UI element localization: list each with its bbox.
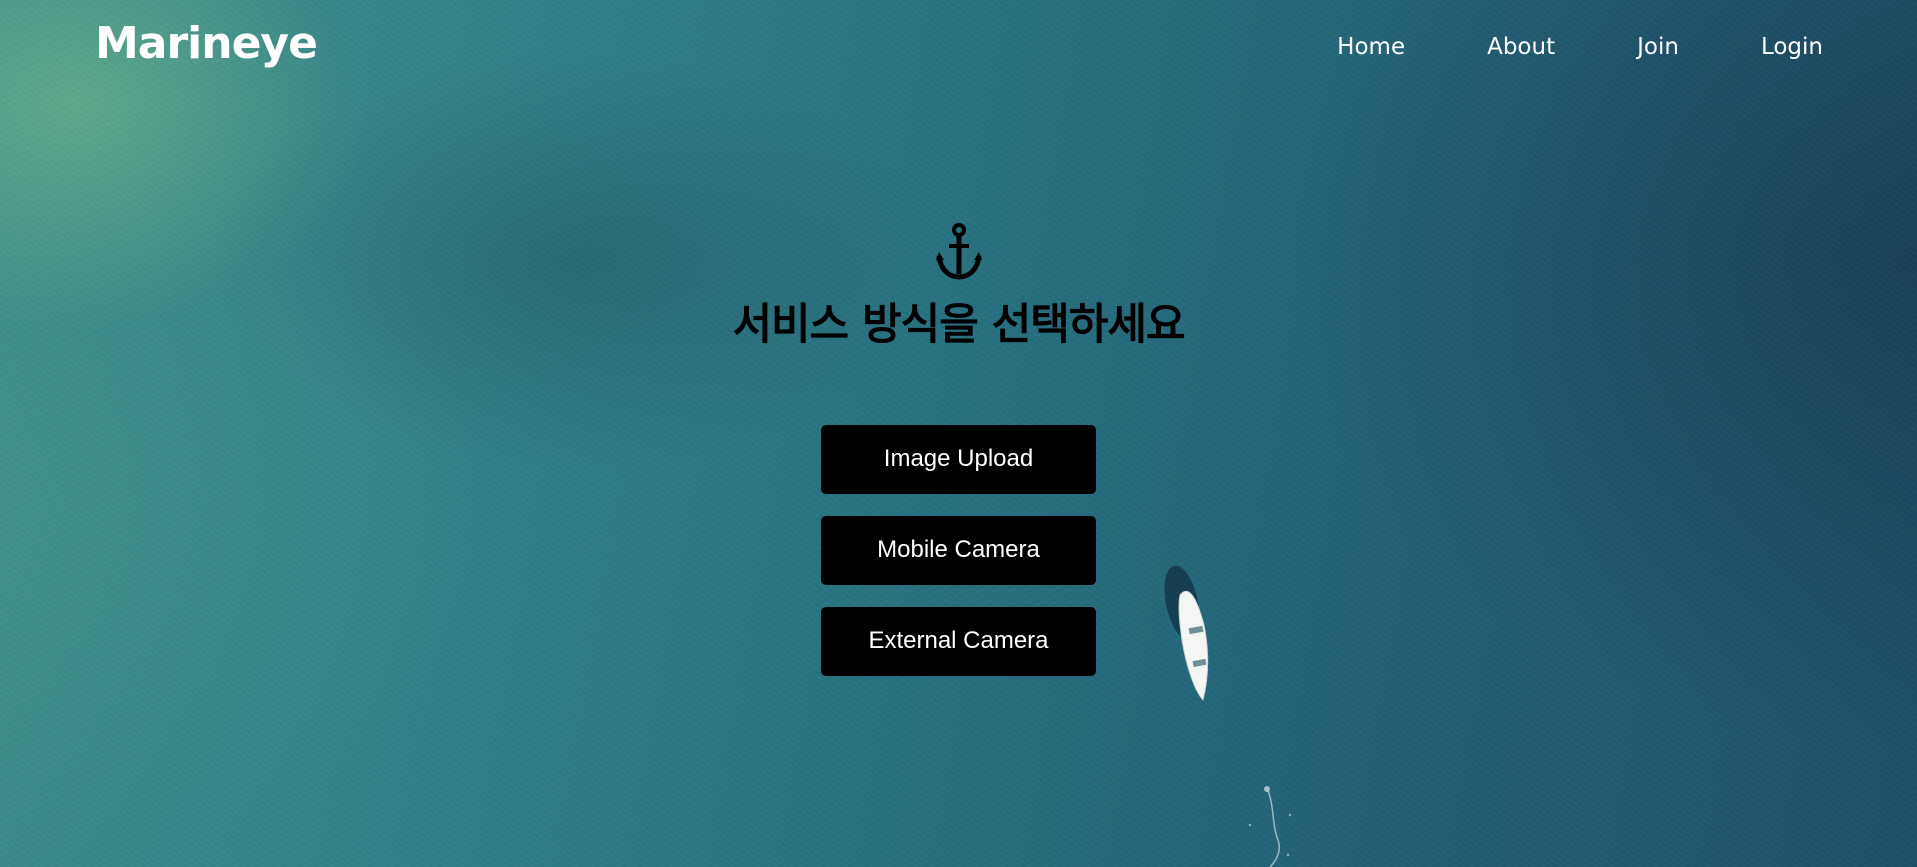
service-selection: 서비스 방식을 선택하세요 Image Upload Mobile Camera… — [0, 222, 1917, 698]
brand-logo[interactable]: Marineye — [95, 18, 318, 69]
nav-item-home[interactable]: Home — [1337, 33, 1405, 61]
nav-item-login[interactable]: Login — [1761, 33, 1823, 61]
external-camera-button[interactable]: External Camera — [821, 606, 1096, 676]
wake-trail — [1248, 786, 1292, 867]
image-upload-button[interactable]: Image Upload — [821, 424, 1096, 494]
nav-links: Home About Join Login — [1337, 33, 1823, 61]
nav-item-about[interactable]: About — [1487, 33, 1555, 61]
top-navbar: Marineye Home About Join Login — [0, 0, 1917, 95]
service-options: Image Upload Mobile Camera External Came… — [821, 424, 1096, 698]
anchor-icon — [935, 223, 982, 280]
mobile-camera-button[interactable]: Mobile Camera — [821, 515, 1096, 585]
nav-item-join[interactable]: Join — [1637, 33, 1679, 61]
page-heading: 서비스 방식을 선택하세요 — [732, 300, 1185, 350]
